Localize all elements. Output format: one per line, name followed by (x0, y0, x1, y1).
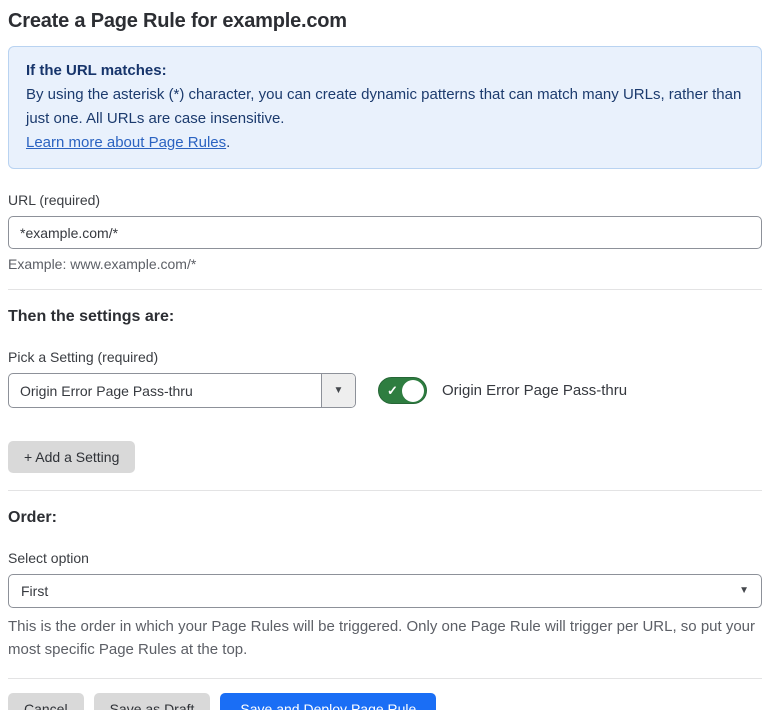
toggle-knob (402, 379, 424, 402)
setting-select-arrow-button[interactable]: ▼ (321, 374, 355, 407)
caret-down-icon: ▼ (333, 384, 344, 396)
setting-select-value: Origin Error Page Pass-thru (20, 382, 193, 399)
learn-more-link[interactable]: Learn more about Page Rules (26, 134, 226, 151)
settings-section-heading: Then the settings are: (8, 308, 175, 325)
order-helper-text: This is the order in which your Page Rul… (8, 618, 756, 658)
url-input[interactable] (8, 216, 762, 249)
pick-setting-label: Pick a Setting (required) (8, 349, 159, 365)
order-select-value: First (21, 583, 49, 599)
check-icon: ✓ (387, 382, 398, 398)
setting-select[interactable]: Origin Error Page Pass-thru ▼ (8, 373, 356, 408)
footer-button-row: Cancel Save as Draft Save and Deploy Pag… (8, 693, 762, 710)
info-box-heading: If the URL matches: (26, 62, 167, 79)
link-suffix: . (226, 134, 231, 151)
info-box-link-line: Learn more about Page Rules. (26, 131, 744, 155)
caret-down-icon: ▼ (739, 585, 749, 596)
page-title: Create a Page Rule for example.com (8, 10, 347, 32)
cancel-button[interactable]: Cancel (8, 693, 84, 710)
divider (8, 490, 762, 491)
save-and-deploy-button[interactable]: Save and Deploy Page Rule (220, 693, 437, 710)
divider (8, 678, 762, 679)
setting-toggle-label: Origin Error Page Pass-thru (442, 382, 628, 399)
url-field-label: URL (required) (8, 192, 101, 208)
order-section-heading: Order: (8, 509, 57, 526)
order-select[interactable]: First ▼ (8, 574, 762, 608)
setting-toggle[interactable]: ✓ (378, 377, 427, 404)
save-as-draft-button[interactable]: Save as Draft (93, 693, 211, 710)
url-match-info-box: If the URL matches: By using the asteris… (8, 46, 762, 169)
divider (8, 289, 762, 290)
info-box-body: By using the asterisk (*) character, you… (26, 86, 742, 127)
add-setting-button[interactable]: + Add a Setting (8, 441, 136, 473)
order-select-label: Select option (8, 550, 89, 566)
page-rule-form: Create a Page Rule for example.com If th… (0, 0, 770, 710)
url-field-helper: Example: www.example.com/* (8, 256, 197, 272)
setting-row: Origin Error Page Pass-thru ▼ ✓ Origin E… (8, 373, 762, 408)
